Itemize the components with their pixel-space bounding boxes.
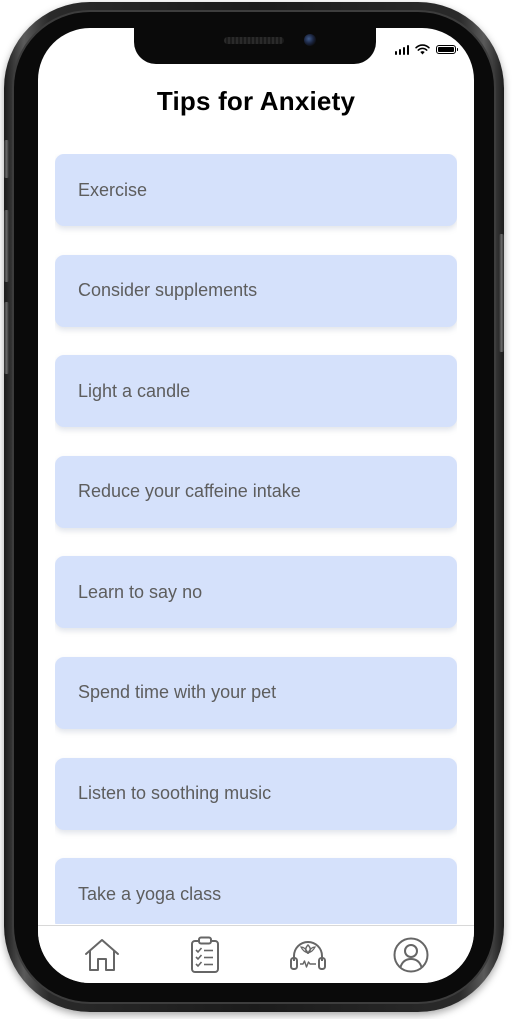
checklist-icon — [190, 936, 219, 973]
home-icon — [84, 938, 119, 971]
wifi-icon — [415, 44, 430, 55]
page-title: Tips for Anxiety — [156, 86, 356, 116]
tip-card[interactable]: Spend time with your pet — [55, 656, 457, 729]
power-button — [499, 234, 504, 352]
nav-checklist-button[interactable] — [183, 933, 227, 977]
signal-icon — [394, 44, 409, 55]
nav-meditation-button[interactable] — [286, 933, 330, 977]
meditation-headphones-icon — [289, 940, 326, 970]
tips-list[interactable]: Exercise Consider supplements Light a ca… — [55, 154, 457, 924]
volume-down-button — [4, 302, 9, 374]
tip-label: Exercise — [78, 179, 148, 200]
tip-card[interactable]: Listen to soothing music — [55, 757, 457, 830]
tip-label: Spend time with your pet — [78, 682, 277, 703]
tip-label: Learn to say no — [78, 581, 203, 602]
tip-label: Reduce your caffeine intake — [78, 481, 301, 502]
earpiece-speaker — [224, 37, 284, 44]
tip-label: Light a candle — [78, 380, 191, 401]
tip-label: Consider supplements — [78, 280, 258, 301]
tip-card[interactable]: Reduce your caffeine intake — [55, 455, 457, 528]
nav-profile-button[interactable] — [389, 933, 433, 977]
tip-card[interactable]: Learn to say no — [55, 556, 457, 629]
status-bar — [394, 44, 458, 55]
tip-card[interactable]: Light a candle — [55, 355, 457, 428]
front-camera — [304, 34, 316, 46]
notch — [134, 28, 376, 64]
tip-label: Take a yoga class — [78, 883, 222, 904]
battery-icon — [436, 45, 458, 54]
tip-card[interactable]: Take a yoga class — [55, 858, 457, 924]
tip-card[interactable]: Exercise — [55, 154, 457, 226]
tip-card[interactable]: Consider supplements — [55, 254, 457, 327]
volume-up-button — [4, 210, 9, 282]
profile-icon — [393, 937, 428, 972]
app-screen: Tips for Anxiety Exercise Consider suppl… — [38, 28, 474, 983]
nav-home-button[interactable] — [80, 933, 124, 977]
tip-label: Listen to soothing music — [78, 783, 272, 804]
mute-switch — [4, 140, 9, 178]
bottom-nav — [38, 925, 474, 983]
